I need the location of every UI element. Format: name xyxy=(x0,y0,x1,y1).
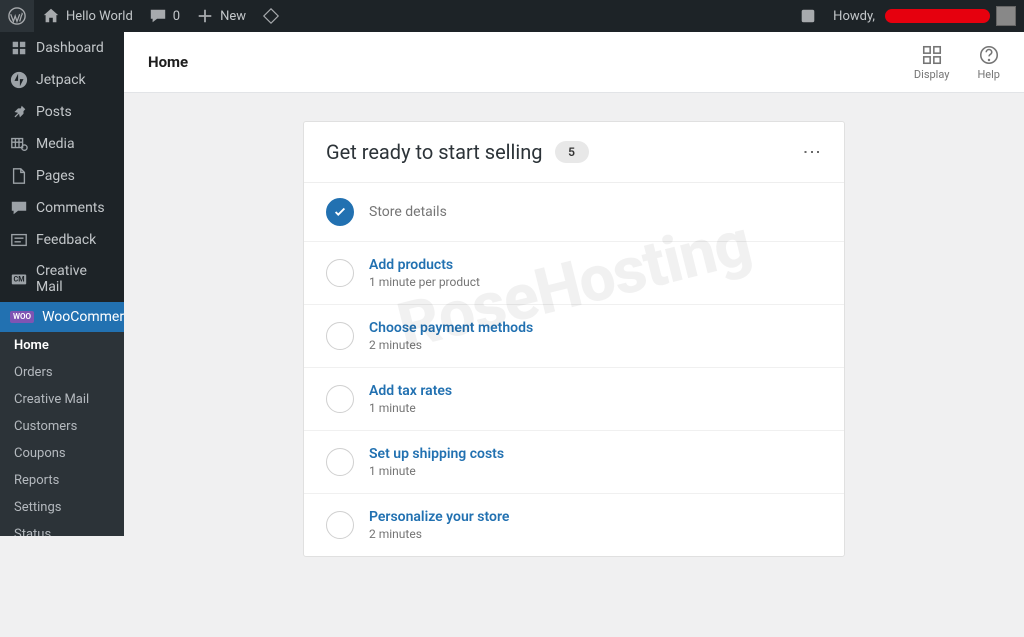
comment-icon xyxy=(149,7,167,25)
sidebar-label: Media xyxy=(36,136,75,152)
sidebar-item-media[interactable]: Media xyxy=(0,128,124,160)
site-title: Hello World xyxy=(66,9,133,24)
grid-icon xyxy=(921,44,943,66)
help-icon xyxy=(978,44,1000,66)
submenu-item-settings[interactable]: Settings xyxy=(0,494,124,521)
task-title: Store details xyxy=(369,204,447,220)
task-title: Choose payment methods xyxy=(369,320,533,336)
cm-icon: CM xyxy=(10,270,28,288)
help-button[interactable]: Help xyxy=(977,44,1000,81)
sidebar-item-comments[interactable]: Comments xyxy=(0,192,124,224)
new-label: New xyxy=(220,9,246,24)
submenu-item-status[interactable]: Status xyxy=(0,521,124,536)
card-menu-button[interactable]: ⋮ xyxy=(801,143,822,162)
display-options-button[interactable]: Display xyxy=(914,44,950,81)
yoast-link[interactable] xyxy=(254,0,288,32)
sidebar-item-feedback[interactable]: Feedback xyxy=(0,224,124,256)
page-title: Home xyxy=(148,53,188,71)
site-home-link[interactable]: Hello World xyxy=(34,0,141,32)
task-personalize-your-store[interactable]: Personalize your store 2 minutes xyxy=(304,494,844,556)
sidebar-label: Jetpack xyxy=(36,72,86,88)
card-title: Get ready to start selling xyxy=(326,140,543,164)
woo-icon: WOO xyxy=(10,311,34,323)
comment-count: 0 xyxy=(173,9,180,24)
remaining-badge: 5 xyxy=(555,141,589,163)
task-choose-payment-methods[interactable]: Choose payment methods 2 minutes xyxy=(304,305,844,368)
submenu-item-coupons[interactable]: Coupons xyxy=(0,440,124,467)
status-circle xyxy=(326,322,354,350)
pin-icon xyxy=(10,103,28,121)
submenu-item-orders[interactable]: Orders xyxy=(0,359,124,386)
display-label: Display xyxy=(914,68,950,81)
diamond-icon xyxy=(262,7,280,25)
sidebar-label: WooCommerce xyxy=(42,309,124,325)
task-title: Add tax rates xyxy=(369,383,452,399)
task-subtitle: 1 minute per product xyxy=(369,275,480,289)
wp-logo[interactable] xyxy=(0,0,34,32)
jetpack-icon xyxy=(10,71,28,89)
task-subtitle: 1 minute xyxy=(369,401,452,415)
home-icon xyxy=(42,7,60,25)
submenu-item-customers[interactable]: Customers xyxy=(0,413,124,440)
sidebar-label: Feedback xyxy=(36,232,96,248)
task-add-products[interactable]: Add products 1 minute per product xyxy=(304,242,844,305)
howdy-text: Howdy, xyxy=(833,9,875,24)
task-title: Personalize your store xyxy=(369,509,509,525)
sidebar-item-woocommerce[interactable]: WOO WooCommerce xyxy=(0,302,124,332)
submenu-item-home[interactable]: Home xyxy=(0,332,124,359)
sidebar-label: Posts xyxy=(36,104,72,120)
sidebar-item-pages[interactable]: Pages xyxy=(0,160,124,192)
task-subtitle: 2 minutes xyxy=(369,338,533,352)
status-circle xyxy=(326,511,354,539)
task-add-tax-rates[interactable]: Add tax rates 1 minute xyxy=(304,368,844,431)
status-circle xyxy=(326,448,354,476)
account-menu[interactable]: Howdy, xyxy=(825,0,1024,32)
task-store-details[interactable]: Store details xyxy=(304,183,844,242)
comment-icon xyxy=(10,199,28,217)
dashboard-icon xyxy=(10,39,28,57)
wordpress-icon xyxy=(8,7,26,25)
notifications[interactable] xyxy=(791,0,825,32)
feedback-icon xyxy=(10,231,28,249)
task-title: Set up shipping costs xyxy=(369,446,504,462)
media-icon xyxy=(10,135,28,153)
status-circle xyxy=(326,259,354,287)
sidebar-label: Comments xyxy=(36,200,105,216)
sidebar-item-posts[interactable]: Posts xyxy=(0,96,124,128)
sidebar-label: Creative Mail xyxy=(36,263,114,295)
task-subtitle: 2 minutes xyxy=(369,527,509,541)
new-content-link[interactable]: New xyxy=(188,0,254,32)
setup-tasks-card: Get ready to start selling 5 ⋮ Store det… xyxy=(303,121,845,557)
check-icon xyxy=(326,198,354,226)
bell-icon xyxy=(799,7,817,25)
status-circle xyxy=(326,385,354,413)
task-title: Add products xyxy=(369,257,480,273)
submenu-item-reports[interactable]: Reports xyxy=(0,467,124,494)
avatar xyxy=(996,6,1016,26)
task-subtitle: 1 minute xyxy=(369,464,504,478)
comments-link[interactable]: 0 xyxy=(141,0,188,32)
page-header: Home Display Help xyxy=(124,32,1024,93)
task-set-up-shipping-costs[interactable]: Set up shipping costs 1 minute xyxy=(304,431,844,494)
sidebar-label: Dashboard xyxy=(36,40,104,56)
sidebar-label: Pages xyxy=(36,168,75,184)
page-icon xyxy=(10,167,28,185)
username-redacted xyxy=(885,9,990,23)
sidebar-item-jetpack[interactable]: Jetpack xyxy=(0,64,124,96)
help-label: Help xyxy=(977,68,1000,81)
plus-icon xyxy=(196,7,214,25)
sidebar-item-dashboard[interactable]: Dashboard xyxy=(0,32,124,64)
submenu-item-creative-mail[interactable]: Creative Mail xyxy=(0,386,124,413)
sidebar-item-creative-mail[interactable]: CM Creative Mail xyxy=(0,256,124,302)
svg-text:CM: CM xyxy=(14,275,25,284)
